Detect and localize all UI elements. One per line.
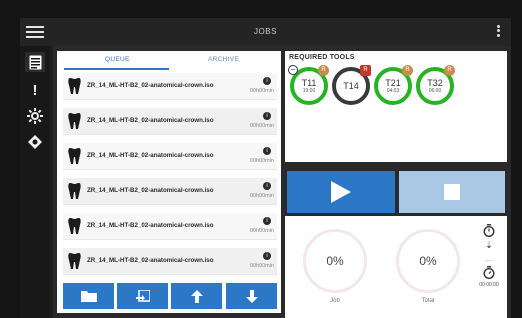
minus-icon[interactable]: −	[288, 65, 298, 75]
open-folder-button[interactable]	[63, 283, 114, 309]
tool-value: 04:03	[386, 88, 400, 94]
gear-icon[interactable]	[25, 106, 45, 126]
queue-panel: QUEUE ARCHIVE ZR_14_ML-HT-B2_02-anatomic…	[57, 51, 281, 313]
side-icons: ⇣ — 00:00:00	[475, 224, 503, 314]
file-name: ZR_14_ML-HT-B2_02-anatomical-crown.iso	[87, 82, 214, 89]
arrow-down-icon	[245, 289, 258, 303]
tooth-icon	[68, 253, 81, 269]
duration: 00h00min	[249, 158, 274, 164]
tool-t32[interactable]: T32 06:00 R	[416, 65, 455, 105]
file-name: ZR_14_ML-HT-B2_02-anatomical-crown.iso	[87, 152, 214, 159]
top-bar: JOBS	[20, 18, 511, 46]
info-icon[interactable]: i	[263, 182, 271, 190]
import-icon	[135, 289, 150, 302]
tool-badge: R	[318, 65, 329, 76]
import-button[interactable]	[117, 283, 168, 309]
list-item[interactable]: ZR_14_ML-HT-B2_02-anatomical-crown.iso i…	[63, 213, 277, 240]
play-button[interactable]	[287, 171, 395, 213]
tool-t11[interactable]: T11 19:00 R −	[288, 65, 329, 105]
list-item[interactable]: ZR_14_ML-HT-B2_02-anatomical-crown.iso i…	[63, 248, 277, 275]
tooth-icon	[68, 78, 81, 94]
tooth-icon	[68, 148, 81, 164]
job-controls	[285, 171, 507, 213]
app-window: JOBS ! QUEUE ARCHIVE ZR_14_ML-HT-B2_02-a…	[20, 18, 511, 318]
sidebar: !	[20, 46, 50, 318]
more-vertical-icon[interactable]	[497, 23, 501, 39]
tooth-icon	[68, 113, 81, 129]
total-progress-label: Total	[421, 298, 435, 304]
info-icon[interactable]: i	[263, 77, 271, 85]
play-icon	[331, 181, 351, 203]
file-name: ZR_14_ML-HT-B2_02-anatomical-crown.iso	[87, 117, 214, 124]
tab-queue[interactable]: QUEUE	[105, 56, 130, 63]
tab-bar: QUEUE ARCHIVE	[57, 51, 281, 70]
stopwatch-icon[interactable]	[475, 266, 503, 282]
tool-t21[interactable]: T21 04:03 R	[374, 65, 413, 105]
queue-actions	[63, 283, 277, 309]
exclamation-icon[interactable]: !	[25, 80, 45, 100]
tools-header: REQUIRED TOOLS	[289, 54, 355, 61]
duration: 00h00min	[249, 228, 274, 234]
tool-badge: R	[444, 65, 455, 76]
elapsed-time: 00:00:00	[479, 282, 499, 288]
total-progress-gauge: 0%	[396, 229, 460, 293]
list-icon[interactable]	[25, 52, 45, 72]
move-up-button[interactable]	[171, 283, 222, 309]
main-content: QUEUE ARCHIVE ZR_14_ML-HT-B2_02-anatomic…	[53, 46, 511, 318]
info-icon[interactable]: i	[263, 147, 271, 155]
tool-name: T14	[343, 81, 359, 91]
arrow-up-icon	[190, 289, 203, 303]
tool-name: T11	[301, 78, 317, 88]
list-item[interactable]: ZR_14_ML-HT-B2_02-anatomical-crown.iso i…	[63, 143, 277, 170]
tab-archive[interactable]: ARCHIVE	[208, 56, 239, 63]
page-title: JOBS	[254, 27, 277, 36]
tooth-icon	[68, 218, 81, 234]
stopwatch-down-icon[interactable]	[475, 224, 503, 240]
tooth-icon	[68, 183, 81, 199]
info-icon[interactable]: i	[263, 217, 271, 225]
job-progress-label: Job	[330, 298, 340, 304]
info-icon[interactable]: i	[263, 112, 271, 120]
job-progress-value: 0%	[326, 254, 344, 268]
tool-icon[interactable]	[25, 132, 45, 152]
tool-name: T21	[385, 78, 401, 88]
progress-panel: 0% Job 0% Total ⇣ — 00:00:00	[285, 216, 507, 318]
list-item[interactable]: ZR_14_ML-HT-B2_02-anatomical-crown.iso i…	[63, 73, 277, 100]
duration: 00h00min	[249, 88, 274, 94]
stop-icon	[444, 184, 460, 200]
tool-t14[interactable]: T14 R	[332, 65, 371, 105]
tool-badge: R	[360, 65, 371, 76]
required-tools-panel: REQUIRED TOOLS T11 19:00 R − T14 R T21 0…	[285, 51, 507, 162]
tool-badge: R	[402, 65, 413, 76]
folder-icon	[80, 291, 97, 302]
file-name: ZR_14_ML-HT-B2_02-anatomical-crown.iso	[87, 222, 214, 229]
duration: 00h00min	[249, 263, 274, 269]
tool-value: 19:00	[302, 88, 316, 94]
file-name: ZR_14_ML-HT-B2_02-anatomical-crown.iso	[87, 187, 214, 194]
tool-value: 06:00	[428, 88, 442, 94]
stop-button[interactable]	[399, 171, 505, 213]
active-tab-indicator	[64, 68, 169, 70]
arrow-down-small-icon: ⇣	[485, 240, 493, 250]
total-progress-value: 0%	[419, 254, 437, 268]
job-progress-gauge: 0%	[303, 229, 367, 293]
duration: 00h00min	[249, 193, 274, 199]
list-item[interactable]: ZR_14_ML-HT-B2_02-anatomical-crown.iso i…	[63, 108, 277, 135]
tool-name: T32	[427, 78, 443, 88]
info-icon[interactable]: i	[263, 252, 271, 260]
move-down-button[interactable]	[226, 283, 277, 309]
list-item[interactable]: ZR_14_ML-HT-B2_02-anatomical-crown.iso i…	[63, 178, 277, 205]
duration: 00h00min	[249, 123, 274, 129]
separator: —	[485, 256, 493, 265]
file-name: ZR_14_ML-HT-B2_02-anatomical-crown.iso	[87, 257, 214, 264]
